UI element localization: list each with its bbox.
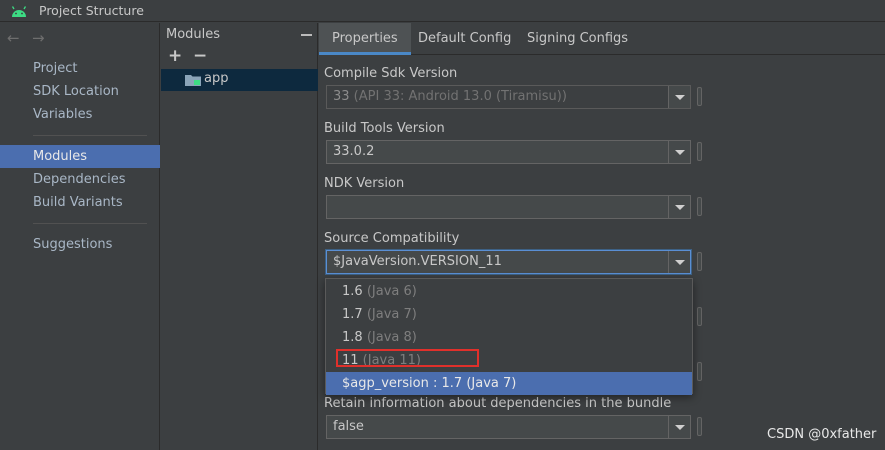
compile-sdk-value: 33 (API 33: Android 13.0 (Tiramisu))	[333, 89, 567, 104]
ndk-edit-handle[interactable]	[697, 197, 702, 216]
nav-item-build-variants[interactable]: Build Variants	[0, 191, 160, 214]
nav-item-modules[interactable]: Modules	[0, 145, 160, 168]
build-tools-value: 33.0.2	[333, 144, 375, 159]
dropdown-option-agp-version[interactable]: $agp_version : 1.7 (Java 7)	[326, 372, 692, 395]
red-highlight-box	[336, 349, 479, 367]
build-tools-combo[interactable]: 33.0.2	[326, 140, 691, 164]
hidden-field-edit-handle[interactable]	[697, 362, 702, 381]
retain-info-combo[interactable]: false	[326, 415, 691, 439]
retain-info-edit-handle[interactable]	[697, 417, 702, 436]
retain-info-dropdown-arrow[interactable]	[668, 416, 690, 438]
source-compat-label: Source Compatibility	[324, 231, 460, 246]
nav-separator	[33, 135, 147, 136]
source-compat-edit-handle[interactable]	[697, 252, 702, 271]
nav-item-suggestions[interactable]: Suggestions	[0, 233, 160, 256]
build-tools-edit-handle[interactable]	[697, 142, 702, 161]
remove-module-button[interactable]: −	[193, 47, 207, 65]
dropdown-option-java-8[interactable]: 1.8 (Java 8)	[326, 326, 692, 349]
dropdown-option-java-7[interactable]: 1.7 (Java 7)	[326, 303, 692, 326]
ndk-combo[interactable]	[326, 195, 691, 219]
target-compat-edit-handle[interactable]	[697, 307, 702, 326]
forward-arrow-icon[interactable]: →	[32, 29, 45, 47]
title-bar: Project Structure	[0, 0, 885, 22]
compile-sdk-combo[interactable]: 33 (API 33: Android 13.0 (Tiramisu))	[326, 85, 691, 109]
nav-item-sdk-location[interactable]: SDK Location	[0, 80, 160, 103]
source-compat-dropdown-arrow[interactable]	[668, 251, 690, 273]
compile-sdk-dropdown-arrow[interactable]	[668, 86, 690, 108]
window-title: Project Structure	[39, 3, 144, 18]
add-module-button[interactable]: +	[168, 47, 182, 65]
collapse-icon[interactable]	[301, 34, 312, 36]
compile-sdk-label: Compile Sdk Version	[324, 66, 458, 81]
dropdown-option-java-6[interactable]: 1.6 (Java 6)	[326, 280, 692, 303]
watermark: CSDN @0xfather	[767, 427, 877, 442]
build-tools-label: Build Tools Version	[324, 121, 445, 136]
source-compat-value: $JavaVersion.VERSION_11	[333, 254, 502, 269]
retain-info-value: false	[333, 419, 364, 434]
module-item-app[interactable]: app	[161, 69, 318, 91]
chevron-down-icon	[675, 260, 685, 265]
tab-default-config[interactable]: Default Config	[405, 23, 524, 55]
nav-item-project[interactable]: Project	[0, 57, 160, 80]
nav-item-variables[interactable]: Variables	[0, 103, 160, 126]
source-compat-dropdown-list: 1.6 (Java 6) 1.7 (Java 7) 1.8 (Java 8) 1…	[325, 278, 693, 395]
nav-item-dependencies[interactable]: Dependencies	[0, 168, 160, 191]
ndk-dropdown-arrow[interactable]	[668, 196, 690, 218]
tab-properties[interactable]: Properties	[319, 23, 411, 55]
chevron-down-icon	[675, 425, 685, 430]
chevron-down-icon	[675, 205, 685, 210]
retain-info-label: Retain information about dependencies in…	[324, 396, 672, 411]
ndk-label: NDK Version	[324, 176, 405, 191]
android-icon	[11, 6, 27, 17]
modules-header: Modules	[166, 27, 221, 42]
source-compat-combo[interactable]: $JavaVersion.VERSION_11	[326, 250, 691, 274]
left-navigation: ← → Project SDK Location Variables Modul…	[0, 23, 160, 450]
nav-separator	[33, 223, 147, 224]
compile-sdk-edit-handle[interactable]	[697, 87, 702, 106]
tab-signing-configs[interactable]: Signing Configs	[514, 23, 641, 55]
modules-panel: Modules + − app	[161, 23, 318, 450]
tab-bar: Properties Default Config Signing Config…	[319, 23, 885, 55]
module-label: app	[204, 71, 229, 86]
build-tools-dropdown-arrow[interactable]	[668, 141, 690, 163]
back-arrow-icon[interactable]: ←	[7, 29, 20, 47]
module-folder-icon	[185, 75, 201, 86]
chevron-down-icon	[675, 150, 685, 155]
chevron-down-icon	[675, 95, 685, 100]
properties-panel: Properties Default Config Signing Config…	[319, 23, 885, 450]
